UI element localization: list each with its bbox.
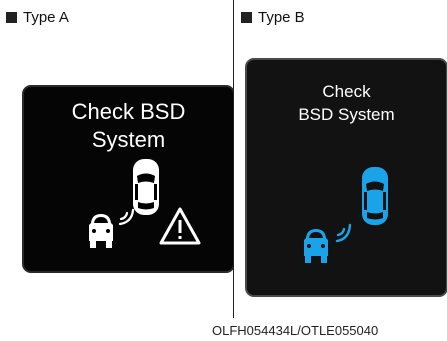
type-a-message-line-1: Check BSD: [71, 99, 186, 124]
bullet-square-icon: [6, 12, 17, 23]
car-front-view-icon: [89, 214, 113, 248]
radar-waves-icon: [118, 208, 135, 226]
type-a-label: Type A: [6, 9, 69, 26]
type-b-label: Type B: [241, 9, 305, 26]
warning-triangle-icon: [159, 207, 201, 245]
car-top-view-icon: [362, 167, 388, 225]
type-a-display: Check BSD System: [22, 85, 233, 273]
bullet-square-icon: [241, 12, 252, 23]
type-a-label-text: Type A: [23, 9, 69, 26]
type-b-message: Check BSD System: [247, 80, 446, 126]
type-b-display: Check BSD System: [245, 58, 447, 297]
type-a-message-line-2: System: [91, 127, 166, 152]
radar-waves-icon: [335, 223, 352, 243]
figure-code: OLFH054434L/OTLE055040: [212, 323, 379, 338]
car-front-view-icon: [304, 229, 328, 263]
type-b-label-text: Type B: [258, 9, 305, 26]
type-b-panel: Type B Check BSD System: [235, 0, 447, 318]
type-a-message: Check BSD System: [24, 98, 233, 154]
type-b-message-line-2: BSD System: [298, 105, 395, 124]
type-a-panel: Type A Check BSD System: [0, 0, 233, 318]
type-b-message-line-1: Check: [322, 82, 371, 101]
panel-divider: [233, 0, 234, 318]
